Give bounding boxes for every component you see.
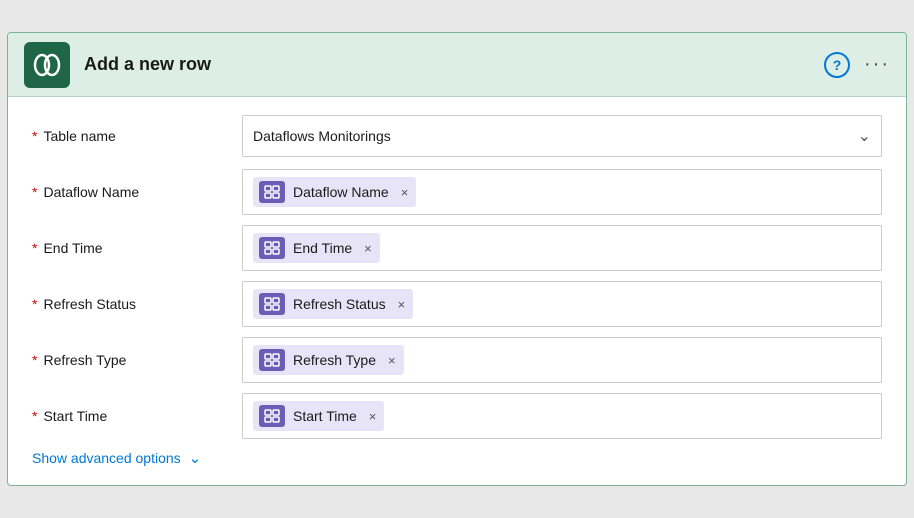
required-asterisk: * bbox=[32, 184, 37, 200]
token-end-time: End Time × bbox=[253, 233, 380, 263]
app-logo bbox=[24, 42, 70, 88]
label-text-end-time: End Time bbox=[43, 240, 102, 256]
field-start-time[interactable]: Start Time × bbox=[242, 393, 882, 439]
required-asterisk: * bbox=[32, 128, 37, 144]
select-value-table-name: Dataflows Monitorings bbox=[253, 128, 391, 144]
more-button[interactable]: ··· bbox=[864, 53, 890, 76]
required-asterisk: * bbox=[32, 408, 37, 424]
field-dataflow-name[interactable]: Dataflow Name × bbox=[242, 169, 882, 215]
header: Add a new row ? ··· bbox=[8, 33, 906, 97]
required-asterisk: * bbox=[32, 240, 37, 256]
form-row-dataflow-name: * Dataflow Name Dataflow Name × bbox=[32, 169, 882, 215]
token-icon-end-time bbox=[259, 237, 285, 259]
token-close-end-time[interactable]: × bbox=[364, 241, 372, 256]
label-text-table-name: Table name bbox=[43, 128, 115, 144]
token-refresh-status: Refresh Status × bbox=[253, 289, 413, 319]
token-label-end-time: End Time bbox=[293, 240, 352, 256]
show-advanced-options[interactable]: Show advanced options ⌄ bbox=[32, 449, 882, 467]
field-end-time[interactable]: End Time × bbox=[242, 225, 882, 271]
label-text-refresh-type: Refresh Type bbox=[43, 352, 126, 368]
token-refresh-type: Refresh Type × bbox=[253, 345, 404, 375]
required-asterisk: * bbox=[32, 296, 37, 312]
label-start-time: * Start Time bbox=[32, 408, 242, 424]
form-row-table-name: * Table name Dataflows Monitorings ⌄ bbox=[32, 113, 882, 159]
form-row-refresh-status: * Refresh Status Refresh Status × bbox=[32, 281, 882, 327]
header-actions: ? ··· bbox=[824, 52, 890, 78]
form-row-end-time: * End Time End Time × bbox=[32, 225, 882, 271]
token-start-time: Start Time × bbox=[253, 401, 384, 431]
token-dataflow-name: Dataflow Name × bbox=[253, 177, 416, 207]
label-refresh-status: * Refresh Status bbox=[32, 296, 242, 312]
token-label-start-time: Start Time bbox=[293, 408, 357, 424]
label-refresh-type: * Refresh Type bbox=[32, 352, 242, 368]
card: Add a new row ? ··· * Table name Dataflo… bbox=[7, 32, 907, 486]
token-label-refresh-status: Refresh Status bbox=[293, 296, 386, 312]
label-text-refresh-status: Refresh Status bbox=[43, 296, 136, 312]
label-text-dataflow-name: Dataflow Name bbox=[43, 184, 139, 200]
field-refresh-type[interactable]: Refresh Type × bbox=[242, 337, 882, 383]
required-asterisk: * bbox=[32, 352, 37, 368]
token-close-refresh-status[interactable]: × bbox=[398, 297, 406, 312]
token-icon-refresh-type bbox=[259, 349, 285, 371]
page-title: Add a new row bbox=[84, 54, 824, 75]
show-advanced-label: Show advanced options bbox=[32, 450, 181, 466]
label-end-time: * End Time bbox=[32, 240, 242, 256]
select-table-name[interactable]: Dataflows Monitorings ⌄ bbox=[242, 115, 882, 157]
token-label-dataflow-name: Dataflow Name bbox=[293, 184, 389, 200]
help-button[interactable]: ? bbox=[824, 52, 850, 78]
token-close-start-time[interactable]: × bbox=[369, 409, 377, 424]
token-icon-start-time bbox=[259, 405, 285, 427]
token-label-refresh-type: Refresh Type bbox=[293, 352, 376, 368]
form-row-start-time: * Start Time Start Time × bbox=[32, 393, 882, 439]
token-close-refresh-type[interactable]: × bbox=[388, 353, 396, 368]
token-close-dataflow-name[interactable]: × bbox=[401, 185, 409, 200]
chevron-down-icon: ⌄ bbox=[858, 126, 871, 146]
field-refresh-status[interactable]: Refresh Status × bbox=[242, 281, 882, 327]
label-table-name: * Table name bbox=[32, 128, 242, 144]
form-row-refresh-type: * Refresh Type Refresh Type × bbox=[32, 337, 882, 383]
label-dataflow-name: * Dataflow Name bbox=[32, 184, 242, 200]
token-icon-dataflow-name bbox=[259, 181, 285, 203]
token-icon-refresh-status bbox=[259, 293, 285, 315]
chevron-down-icon: ⌄ bbox=[189, 449, 202, 467]
form-body: * Table name Dataflows Monitorings ⌄ * D… bbox=[8, 97, 906, 485]
label-text-start-time: Start Time bbox=[43, 408, 107, 424]
